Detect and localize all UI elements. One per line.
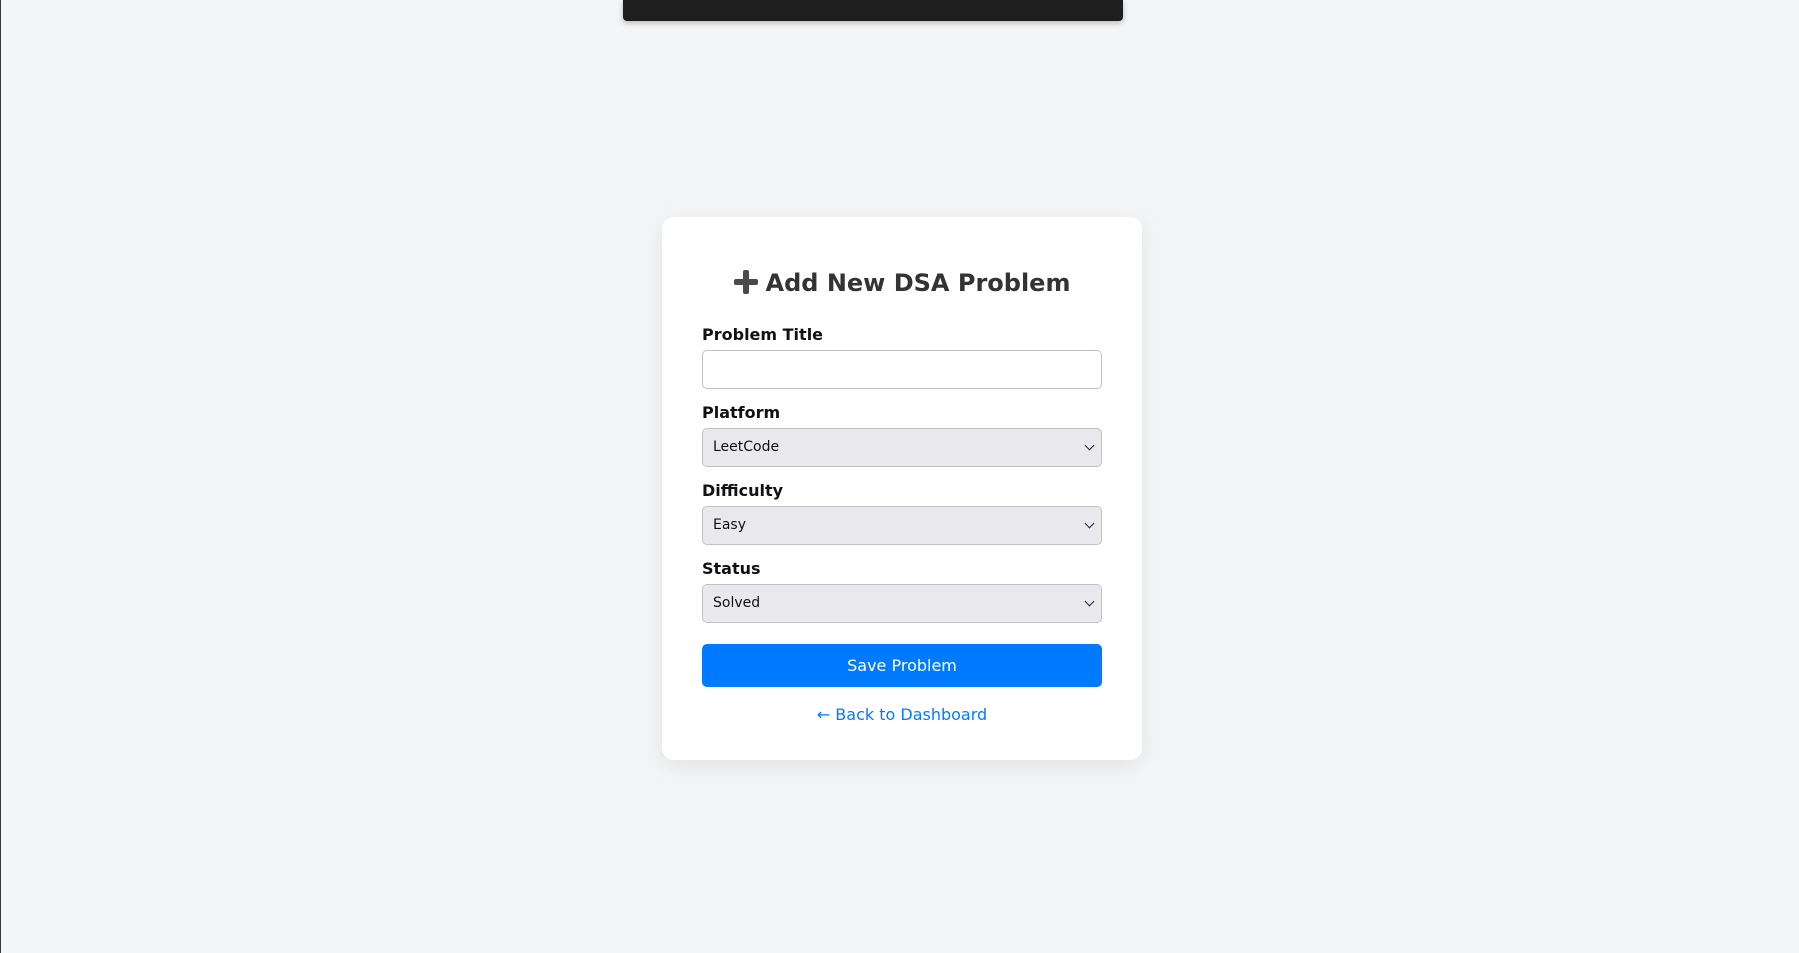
field-status: Status Solved xyxy=(702,559,1102,623)
platform-selected-value: LeetCode xyxy=(713,439,780,455)
save-problem-button[interactable]: Save Problem xyxy=(702,644,1102,687)
field-difficulty: Difficulty Easy xyxy=(702,481,1102,545)
plus-icon xyxy=(733,270,758,294)
field-platform: Platform LeetCode xyxy=(702,403,1102,467)
difficulty-selected-value: Easy xyxy=(713,517,747,533)
status-select[interactable]: Solved xyxy=(702,584,1102,623)
status-selected-value: Solved xyxy=(713,595,761,611)
field-problem-title: Problem Title xyxy=(702,325,1102,389)
chevron-down-icon xyxy=(1084,440,1095,451)
top-dark-bar xyxy=(623,0,1123,21)
difficulty-label: Difficulty xyxy=(702,481,784,500)
chevron-down-icon xyxy=(1084,518,1095,529)
chevron-down-icon xyxy=(1084,596,1095,607)
problem-title-input[interactable] xyxy=(702,350,1102,389)
platform-label: Platform xyxy=(702,403,781,422)
page: Add New DSA Problem Problem Title Platfo… xyxy=(0,0,1799,953)
add-problem-card: Add New DSA Problem Problem Title Platfo… xyxy=(662,217,1142,760)
platform-select[interactable]: LeetCode xyxy=(702,428,1102,467)
add-problem-form: Problem Title Platform LeetCode Difficul… xyxy=(702,325,1102,725)
status-label: Status xyxy=(702,559,761,578)
page-title-text: Add New DSA Problem xyxy=(765,269,1071,297)
back-to-dashboard-link[interactable]: ← Back to Dashboard xyxy=(702,705,1102,725)
difficulty-select[interactable]: Easy xyxy=(702,506,1102,545)
page-title: Add New DSA Problem xyxy=(702,267,1102,299)
problem-title-label: Problem Title xyxy=(702,325,824,344)
